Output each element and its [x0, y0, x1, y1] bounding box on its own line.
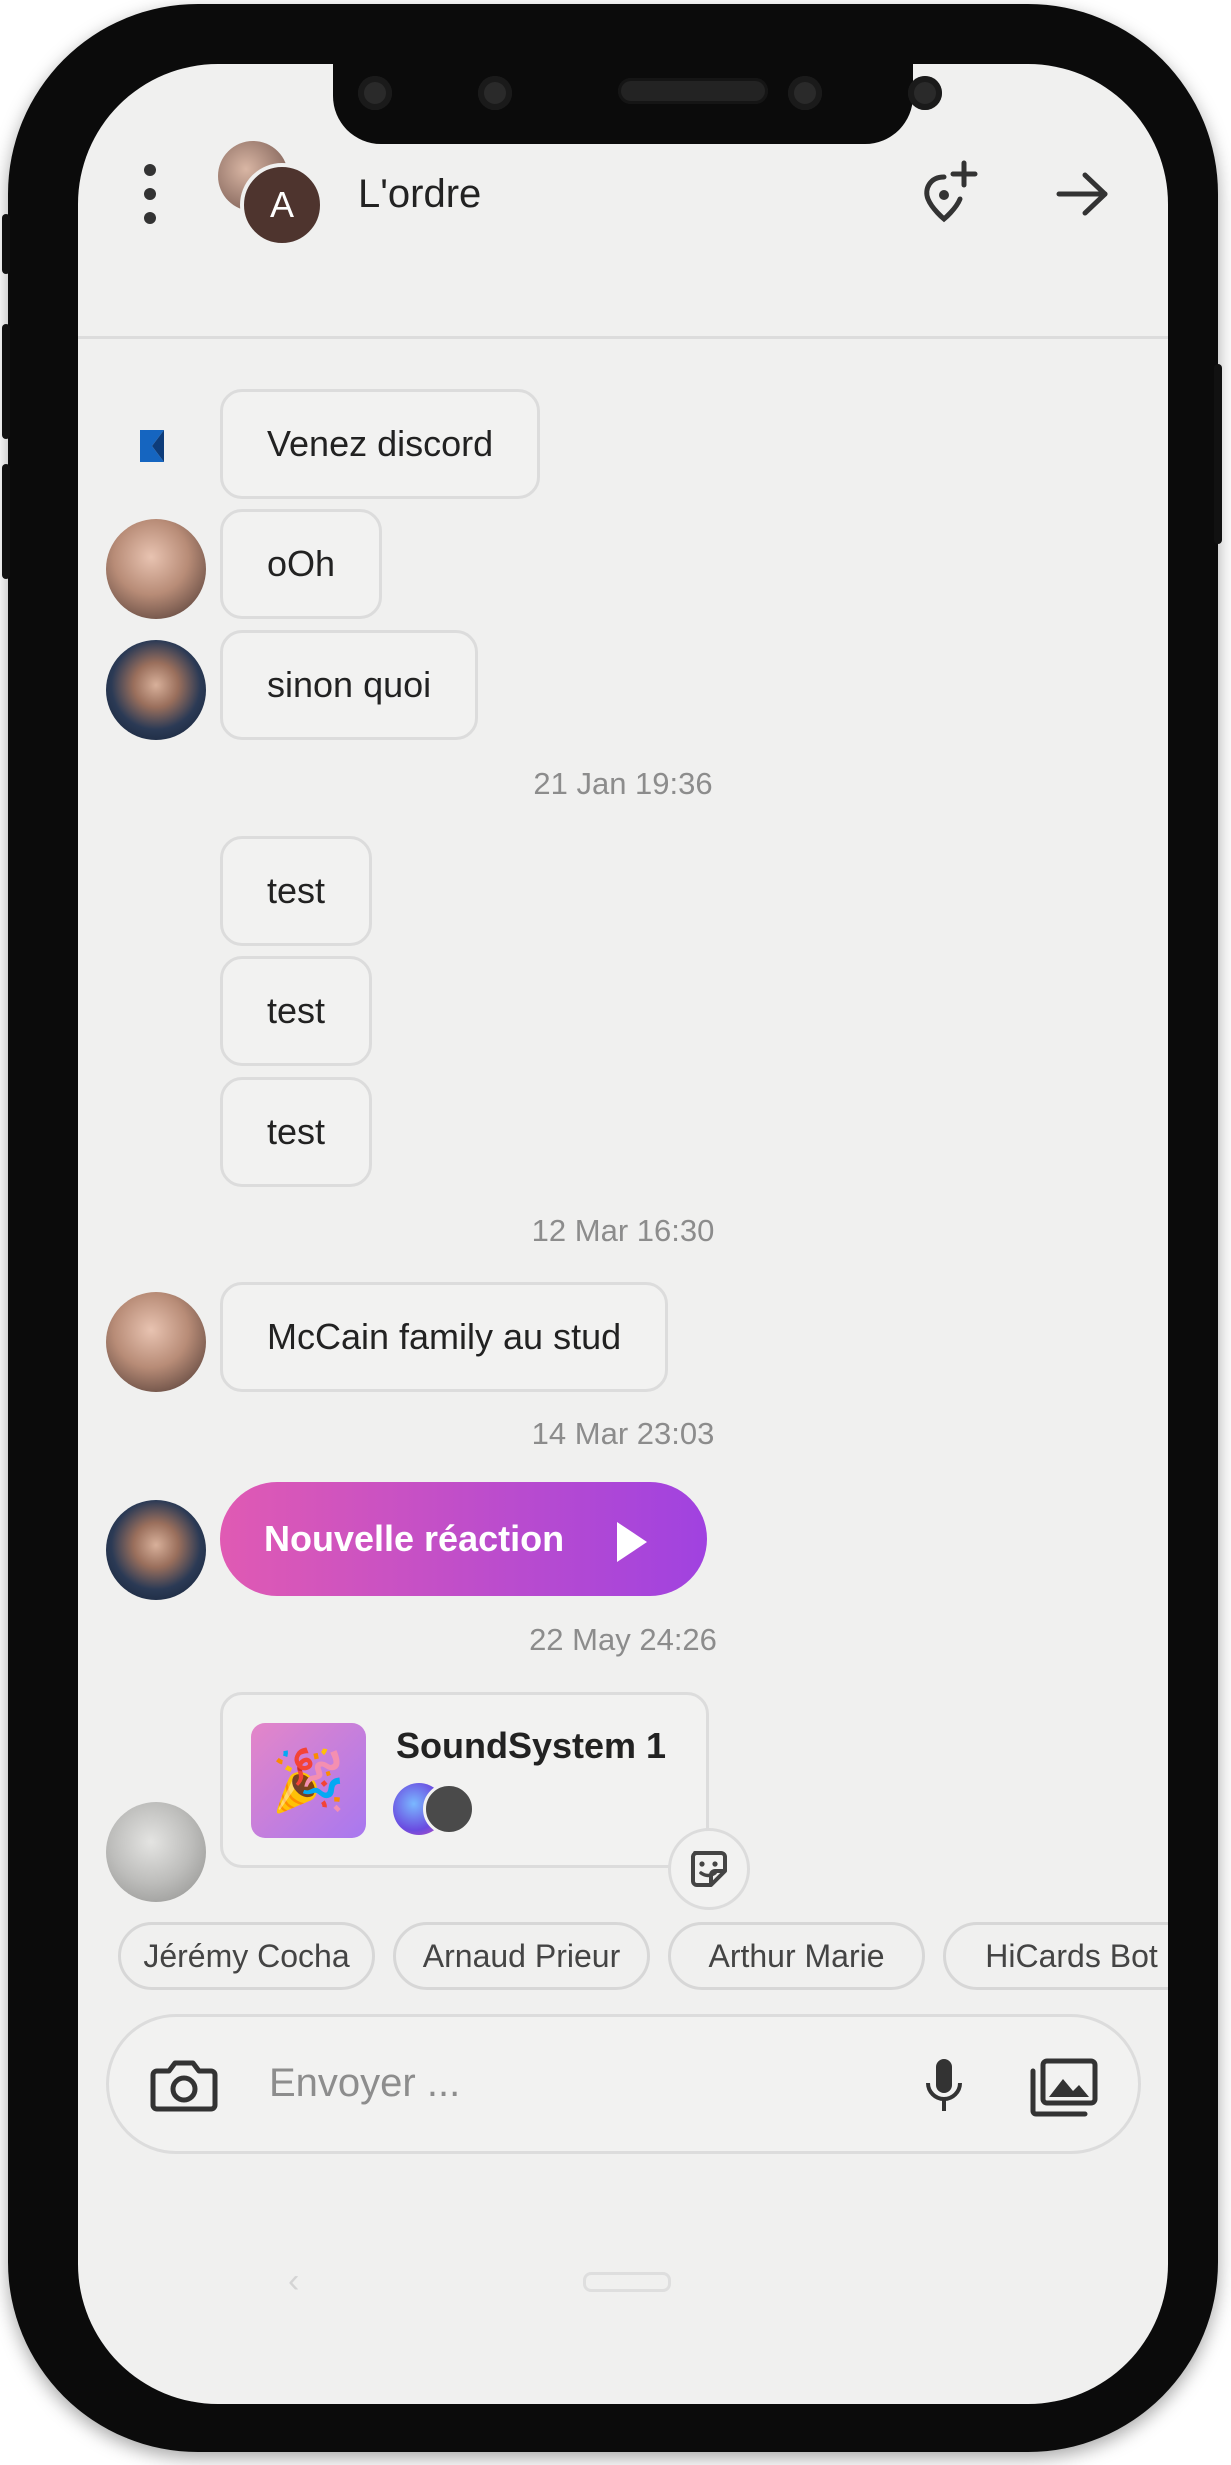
- back-nav-icon[interactable]: ‹: [288, 2262, 299, 2301]
- speaker: [618, 78, 768, 104]
- volume-down-button: [2, 464, 10, 579]
- avatar[interactable]: [106, 1292, 206, 1392]
- member-chip[interactable]: Arnaud Prieur: [393, 1922, 650, 1990]
- playlist-card[interactable]: 🎉 SoundSystem 1: [220, 1692, 709, 1868]
- message-bubble[interactable]: McCain family au stud: [220, 1282, 669, 1392]
- timestamp: 22 May 24:26: [529, 1622, 717, 1657]
- message-bubble[interactable]: test: [220, 956, 373, 1066]
- avatar[interactable]: [106, 1500, 206, 1600]
- sticker-icon[interactable]: [668, 1828, 750, 1910]
- camera-icon[interactable]: [149, 2053, 219, 2117]
- message-bubble[interactable]: test: [220, 1077, 373, 1187]
- participant-avatar: [423, 1783, 475, 1835]
- front-camera-icon: [908, 76, 942, 110]
- card-title: SoundSystem 1: [396, 1725, 667, 1766]
- member-chip[interactable]: Arthur Marie: [668, 1922, 925, 1990]
- avatar[interactable]: [106, 640, 206, 740]
- app-logo-icon: [136, 424, 176, 468]
- power-button: [1214, 364, 1222, 544]
- timestamp: 21 Jan 19:36: [533, 766, 713, 801]
- message-bubble[interactable]: Venez discord: [220, 389, 541, 499]
- message-input-bar: Envoyer ...: [106, 2014, 1141, 2154]
- message-bubble[interactable]: oOh: [220, 509, 383, 619]
- message-bubble[interactable]: sinon quoi: [220, 630, 479, 740]
- microphone-icon[interactable]: [919, 2055, 969, 2119]
- mute-switch: [2, 214, 10, 274]
- header-divider: [78, 204, 1168, 339]
- member-chip[interactable]: HiCards Bot: [943, 1922, 1168, 1990]
- volume-up-button: [2, 324, 10, 439]
- gallery-icon[interactable]: [1027, 2055, 1101, 2119]
- system-nav-bar: ‹: [78, 2244, 1168, 2304]
- message-input[interactable]: Envoyer ...: [269, 2061, 460, 2106]
- message-bubble[interactable]: test: [220, 836, 373, 946]
- new-reaction-button[interactable]: Nouvelle réaction: [220, 1482, 707, 1596]
- member-suggestions: Jérémy Cocha Arnaud Prieur Arthur Marie …: [118, 1922, 1168, 1996]
- avatar[interactable]: [106, 519, 206, 619]
- timestamp: 14 Mar 23:03: [531, 1416, 715, 1451]
- member-chip[interactable]: Jérémy Cocha: [118, 1922, 375, 1990]
- home-nav-button[interactable]: [583, 2272, 671, 2292]
- phone-frame: A L'ordre Venez discord oOh sinon quoi 2…: [2, 4, 1222, 2452]
- sensor-icon: [478, 76, 512, 110]
- sensor-icon: [358, 76, 392, 110]
- notch: [333, 64, 942, 144]
- play-icon: [617, 1522, 647, 1562]
- reaction-label: Nouvelle réaction: [264, 1518, 565, 1559]
- sensor-icon: [788, 76, 822, 110]
- timestamp: 12 Mar 16:30: [531, 1213, 715, 1248]
- party-popper-icon: 🎉: [251, 1723, 366, 1838]
- avatar[interactable]: [106, 1802, 206, 1902]
- screen: A L'ordre Venez discord oOh sinon quoi 2…: [78, 64, 1168, 2404]
